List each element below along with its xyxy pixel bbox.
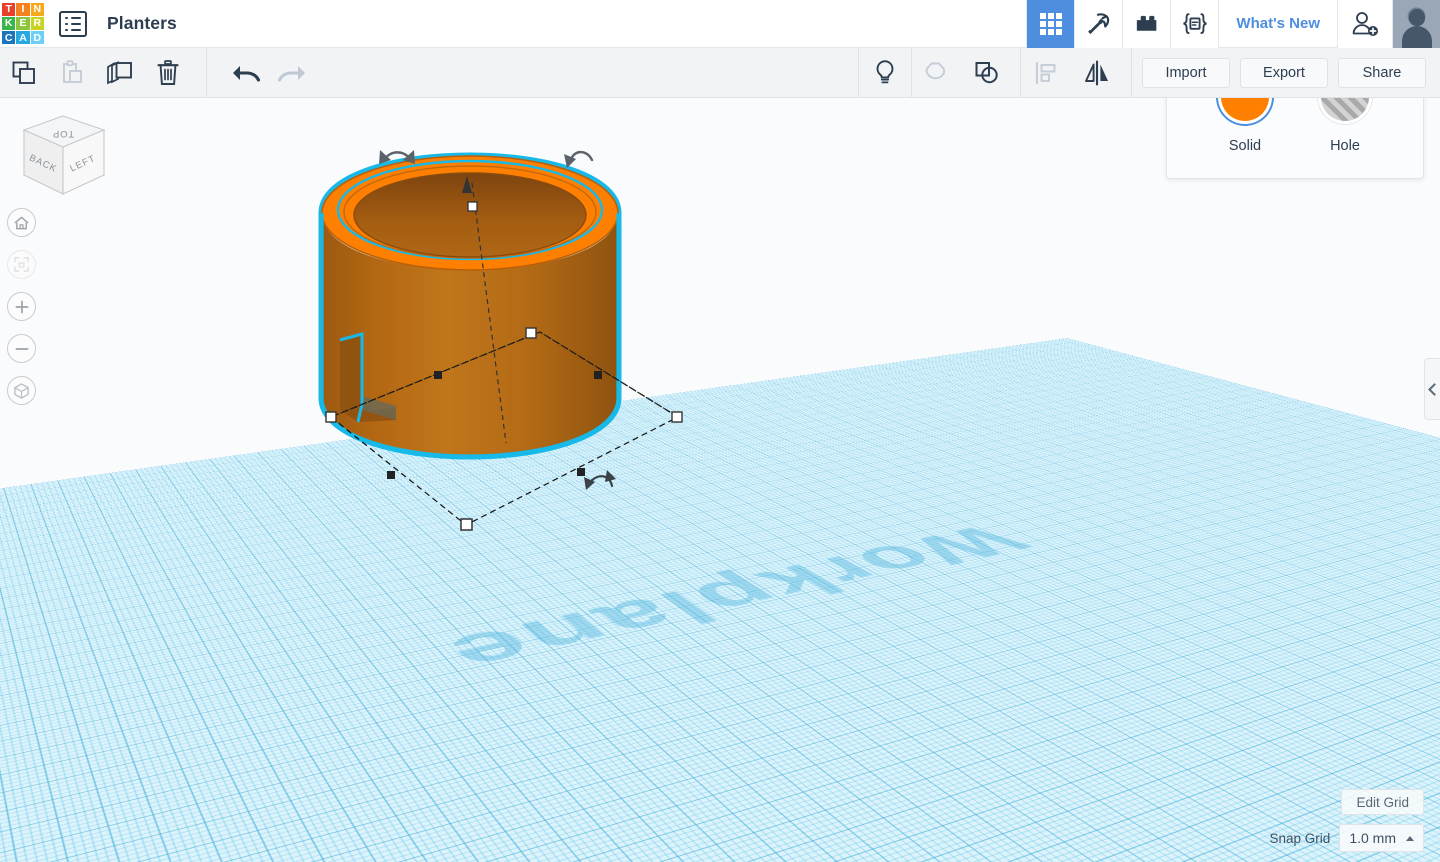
grid-controls: Edit Grid Snap Grid 1.0 mm — [1270, 789, 1424, 852]
snap-grid-select[interactable]: 1.0 mm — [1339, 824, 1424, 852]
whats-new-link[interactable]: What's New — [1218, 0, 1337, 48]
projection-toggle-button[interactable] — [7, 376, 36, 405]
copy-icon — [12, 61, 35, 84]
home-icon — [14, 216, 29, 229]
center-scale-handle[interactable] — [525, 327, 537, 339]
toolbar-divider-5 — [1131, 47, 1132, 98]
logo-tile-a: A — [16, 31, 30, 45]
import-button[interactable]: Import — [1142, 57, 1230, 88]
add-user-icon — [1352, 11, 1378, 36]
snap-grid-value: 1.0 mm — [1349, 830, 1396, 846]
logo-tile-i: I — [16, 2, 30, 16]
corner-handle-right[interactable] — [671, 411, 683, 423]
corner-handle-left[interactable] — [325, 411, 337, 423]
edge-handle-front-left[interactable] — [387, 471, 395, 479]
caret-up-icon — [1406, 835, 1414, 841]
edit-grid-button[interactable]: Edit Grid — [1341, 789, 1424, 815]
edge-handle-back-right[interactable] — [594, 371, 602, 379]
height-handle[interactable] — [467, 201, 478, 212]
edit-toolbar: Import Export Share — [0, 47, 1440, 98]
home-view-button[interactable] — [7, 208, 36, 237]
redo-button[interactable] — [269, 48, 317, 98]
undo-arrow-icon — [233, 65, 261, 82]
height-cone-handle[interactable] — [462, 176, 472, 193]
logo-tile-t: T — [2, 2, 16, 16]
solid-swatch-label: Solid — [1228, 138, 1262, 154]
app-header: TINKERCAD Planters What's New — [0, 0, 1440, 48]
view-cube-label-top: TOP — [52, 129, 74, 140]
height-axis-line — [471, 182, 507, 444]
align-icon — [1035, 61, 1056, 84]
rotate-handle-top-left[interactable] — [379, 150, 415, 164]
align-button[interactable] — [1021, 48, 1071, 98]
paste-button[interactable] — [48, 48, 96, 98]
invite-user-button[interactable] — [1337, 0, 1392, 48]
bounding-box-upper-edges — [330, 331, 679, 418]
selection-gizmo[interactable] — [290, 98, 740, 568]
toolbar-divider — [206, 47, 207, 98]
plus-icon — [15, 300, 28, 313]
duplicate-icon — [107, 60, 132, 84]
hole-swatch-label: Hole — [1330, 138, 1360, 154]
lego-brick-icon — [1137, 15, 1157, 31]
edge-handle-back-left[interactable] — [434, 371, 442, 379]
pickaxe-icon — [1088, 13, 1110, 35]
share-button[interactable]: Share — [1338, 57, 1426, 88]
mirror-icon — [1085, 59, 1108, 86]
logo-tile-d: D — [30, 31, 44, 45]
tinkercad-logo[interactable]: TINKERCAD — [0, 0, 46, 48]
header-tab-3d-designs[interactable] — [1026, 0, 1075, 48]
fit-frame-icon — [14, 257, 29, 272]
fit-to-view-button[interactable] — [7, 250, 36, 279]
header-tab-blocks[interactable] — [1122, 0, 1171, 48]
rotate-handle-top-right[interactable] — [564, 150, 594, 168]
snap-grid-label: Snap Grid — [1269, 830, 1331, 846]
grid-icon — [1039, 12, 1062, 35]
group-shapes-icon — [925, 62, 946, 79]
group-button[interactable] — [912, 48, 962, 98]
view-cube[interactable]: TOP BACK LEFT — [14, 112, 112, 212]
collapse-panel-tab[interactable] — [1424, 358, 1440, 420]
zoom-in-button[interactable] — [7, 292, 36, 321]
logo-tile-n: N — [30, 2, 44, 16]
delete-button[interactable] — [144, 48, 192, 98]
gallery-list-icon[interactable] — [59, 10, 87, 37]
header-right-group: What's New — [1026, 0, 1440, 48]
lightbulb-icon — [876, 59, 894, 83]
paste-icon — [63, 59, 82, 83]
header-tab-codeblocks[interactable] — [1170, 0, 1219, 48]
logo-tile-e: E — [16, 16, 30, 31]
ungroup-shapes-icon — [975, 61, 998, 83]
3d-canvas[interactable]: Workplane TOP BACK LEFT — [0, 98, 1440, 862]
tinkercad-app: TINKERCAD Planters What's New Import Exp… — [0, 0, 1440, 862]
logo-tile-c: C — [2, 31, 16, 45]
code-brackets-icon — [1183, 12, 1207, 34]
header-tab-minecraft[interactable] — [1074, 0, 1123, 48]
avatar[interactable] — [1392, 0, 1440, 48]
mirror-button[interactable] — [1071, 48, 1123, 98]
undo-button[interactable] — [221, 48, 269, 98]
page-title[interactable]: Planters — [107, 13, 177, 34]
rotate-handle-front-right[interactable] — [584, 470, 616, 490]
snap-grid-row: Snap Grid 1.0 mm — [1270, 824, 1424, 852]
notes-button[interactable] — [859, 48, 911, 98]
logo-tile-r: R — [30, 16, 44, 31]
export-button[interactable]: Export — [1240, 57, 1328, 88]
corner-handle-front[interactable] — [460, 518, 473, 531]
trash-icon — [157, 59, 179, 85]
ungroup-button[interactable] — [962, 48, 1012, 98]
copy-button[interactable] — [0, 48, 48, 98]
logo-tile-k: K — [2, 16, 16, 31]
edge-handle-front-right[interactable] — [577, 468, 585, 476]
minus-icon — [15, 347, 28, 350]
redo-arrow-icon — [277, 65, 305, 82]
cube-perspective-icon — [14, 382, 29, 399]
duplicate-button[interactable] — [96, 48, 144, 98]
zoom-out-button[interactable] — [7, 334, 36, 363]
